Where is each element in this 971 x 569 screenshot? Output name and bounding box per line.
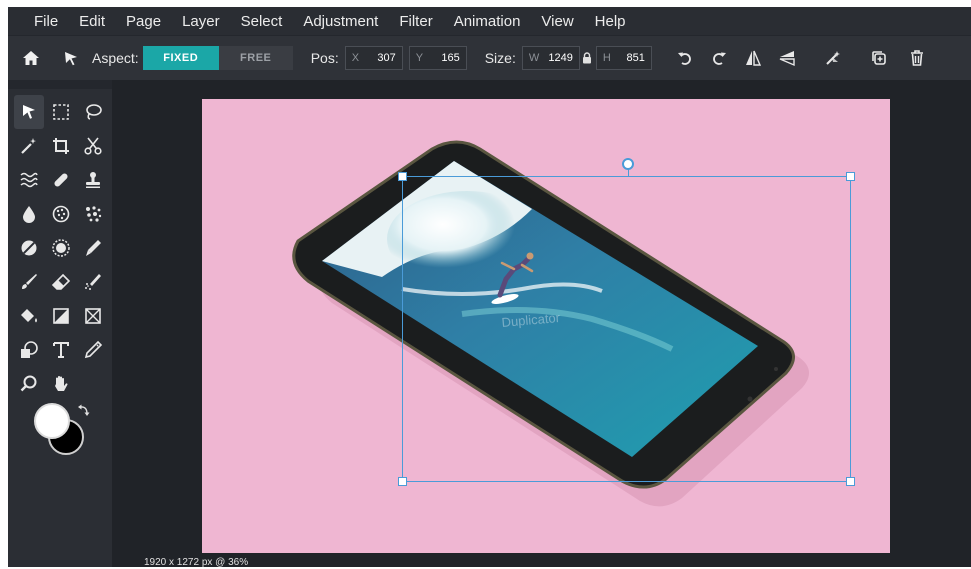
menu-help[interactable]: Help	[595, 13, 626, 30]
transform-selection-box[interactable]	[398, 172, 855, 486]
healing-tool[interactable]	[46, 163, 76, 197]
pixelate-tool[interactable]	[78, 197, 108, 231]
size-w-field[interactable]: W 1249	[521, 46, 580, 70]
foreground-color-swatch[interactable]	[34, 403, 70, 439]
size-w-value: 1249	[548, 52, 573, 64]
home-icon[interactable]	[20, 47, 42, 69]
size-h-axis-label: H	[602, 52, 611, 64]
sponge-tool[interactable]	[46, 197, 76, 231]
brush-tool[interactable]	[14, 265, 44, 299]
hand-tool[interactable]	[46, 367, 76, 401]
fill-tool[interactable]	[14, 299, 44, 333]
tool-panel	[8, 89, 112, 567]
menu-animation[interactable]: Animation	[454, 13, 521, 30]
canvas-workspace[interactable]: Duplicator	[112, 80, 971, 567]
arrow-icon[interactable]	[60, 47, 82, 69]
status-bar: 1920 x 1272 px @ 36%	[112, 557, 971, 568]
pos-x-field[interactable]: X 307	[344, 46, 403, 70]
size-label: Size:	[484, 50, 516, 66]
canvas-size-status: 1920 x 1272 px @ 36%	[144, 557, 249, 568]
handle-top-right[interactable]	[846, 172, 855, 181]
menu-edit[interactable]: Edit	[79, 13, 105, 30]
lock-icon[interactable]	[580, 47, 594, 69]
redo-icon[interactable]	[708, 47, 730, 69]
menu-page[interactable]: Page	[126, 13, 161, 30]
pos-y-field[interactable]: Y 165	[408, 46, 467, 70]
handle-bottom-left[interactable]	[398, 477, 407, 486]
size-w-axis-label: W	[528, 52, 540, 64]
pos-x-axis-label: X	[351, 52, 360, 64]
cut-tool[interactable]	[78, 129, 108, 163]
stamp-tool[interactable]	[78, 163, 108, 197]
rotate-handle[interactable]	[622, 158, 634, 170]
liquify-tool[interactable]	[14, 163, 44, 197]
contrast-tool[interactable]	[14, 231, 44, 265]
pos-x-value: 307	[377, 52, 396, 64]
tool-grid	[14, 95, 108, 401]
menu-adjustment[interactable]: Adjustment	[303, 13, 378, 30]
aspect-label: Aspect:	[92, 50, 139, 66]
menu-file[interactable]: File	[34, 13, 58, 30]
pos-y-value: 165	[441, 52, 460, 64]
empty-tool-slot	[78, 367, 108, 401]
menu-select[interactable]: Select	[241, 13, 283, 30]
eraser-tool[interactable]	[46, 265, 76, 299]
menu-filter[interactable]: Filter	[399, 13, 432, 30]
marquee-tool[interactable]	[46, 95, 76, 129]
color-swatches	[34, 403, 94, 467]
dodge-tool[interactable]	[46, 231, 76, 265]
menu-layer[interactable]: Layer	[182, 13, 220, 30]
crop-tool[interactable]	[46, 129, 76, 163]
undo-icon[interactable]	[674, 47, 696, 69]
menu-bar: File Edit Page Layer Select Adjustment F…	[8, 7, 971, 35]
size-h-value: 851	[626, 52, 645, 64]
zoom-tool[interactable]	[14, 367, 44, 401]
smudge-tool[interactable]	[78, 231, 108, 265]
pos-y-axis-label: Y	[415, 52, 424, 64]
flip-vertical-icon[interactable]	[776, 47, 798, 69]
text-tool[interactable]	[46, 333, 76, 367]
handle-bottom-right[interactable]	[846, 477, 855, 486]
magic-icon[interactable]	[822, 47, 844, 69]
duplicate-icon[interactable]	[868, 47, 890, 69]
lasso-tool[interactable]	[78, 95, 108, 129]
pos-label: Pos:	[310, 50, 339, 66]
gradient-tool[interactable]	[46, 299, 76, 333]
menu-view[interactable]: View	[541, 13, 573, 30]
editor-window: File Edit Page Layer Select Adjustment F…	[8, 7, 971, 567]
blur-tool[interactable]	[14, 197, 44, 231]
pen-tool[interactable]	[78, 333, 108, 367]
shape-tool[interactable]	[14, 333, 44, 367]
options-toolbar: Aspect: FIXED FREE Pos: X 307 Y 165 Size…	[8, 36, 971, 80]
aspect-fixed-button[interactable]: FIXED	[142, 46, 219, 70]
frame-tool[interactable]	[78, 299, 108, 333]
handle-top-left[interactable]	[398, 172, 407, 181]
aspect-free-button[interactable]: FREE	[218, 46, 293, 70]
select-tool[interactable]	[14, 95, 44, 129]
swap-colors-icon[interactable]	[76, 403, 92, 419]
trash-icon[interactable]	[906, 47, 928, 69]
flip-horizontal-icon[interactable]	[742, 47, 764, 69]
canvas-image[interactable]: Duplicator	[202, 99, 890, 553]
magic-wand-tool[interactable]	[14, 129, 44, 163]
spray-tool[interactable]	[78, 265, 108, 299]
size-h-field[interactable]: H 851	[595, 46, 652, 70]
